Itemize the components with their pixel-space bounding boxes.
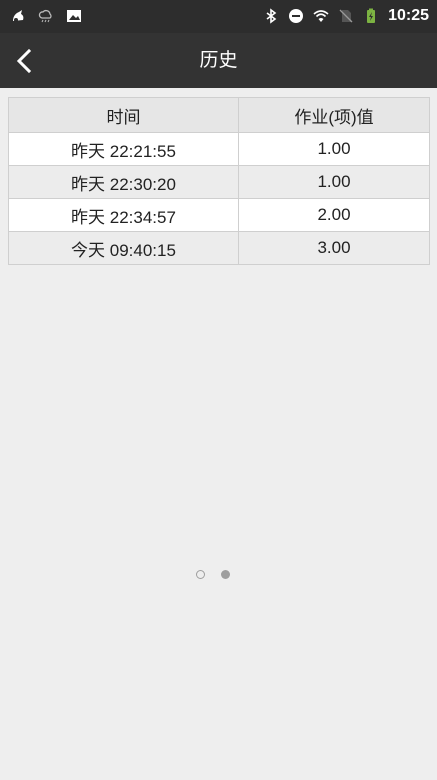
column-header-value: 作业(项)值 (238, 97, 430, 133)
cell-time: 今天 09:40:15 (8, 231, 239, 265)
table-row: 昨天 22:30:20 1.00 (8, 165, 430, 199)
status-right-icons: 10:25 (263, 5, 429, 27)
status-bar: 10:25 (0, 0, 437, 33)
cell-value: 1.00 (238, 132, 430, 166)
page-dot-1[interactable] (196, 570, 205, 579)
do-not-disturb-icon (289, 9, 304, 23)
table-row: 昨天 22:21:55 1.00 (8, 132, 430, 166)
no-sim-icon (339, 9, 353, 23)
cell-time: 昨天 22:30:20 (8, 165, 239, 199)
page-indicator (196, 570, 230, 579)
cell-value: 2.00 (238, 198, 430, 232)
image-notification-icon (67, 10, 81, 22)
cell-value: 3.00 (238, 231, 430, 265)
app-bar: 历史 (0, 33, 437, 88)
wifi-icon (313, 10, 329, 22)
status-clock: 10:25 (388, 7, 429, 24)
history-table: 时间 作业(项)值 昨天 22:21:55 1.00 昨天 22:30:20 1… (8, 97, 430, 265)
bluetooth-icon (266, 8, 277, 24)
app-notification-icon (13, 10, 24, 22)
weather-icon (38, 9, 52, 23)
table-row: 今天 09:40:15 3.00 (8, 231, 430, 265)
column-header-time: 时间 (8, 97, 239, 133)
table-row: 昨天 22:34:57 2.00 (8, 198, 430, 232)
cell-value: 1.00 (238, 165, 430, 199)
page-title: 历史 (199, 49, 238, 71)
table-header-row: 时间 作业(项)值 (8, 97, 430, 133)
cell-time: 昨天 22:21:55 (8, 132, 239, 166)
page-dot-2-active[interactable] (221, 570, 230, 579)
cell-time: 昨天 22:34:57 (8, 198, 239, 232)
status-left-icons (10, 8, 82, 24)
battery-charging-icon (367, 8, 376, 23)
